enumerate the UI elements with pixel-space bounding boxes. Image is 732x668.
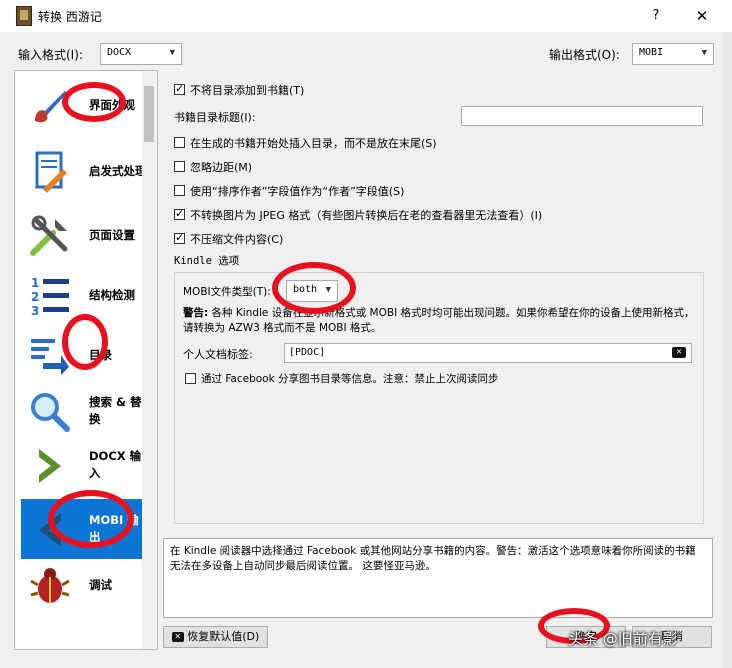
author-sort-label: 使用“排序作者”字段值作为“作者”字段值(S) <box>190 185 405 198</box>
personal-doc-label: 个人文档标签: <box>183 348 253 361</box>
title-bar: 转换 西游记 ? ✕ <box>0 0 732 32</box>
restore-defaults-button[interactable]: ✕ 恢复默认值(D) <box>163 626 268 648</box>
sidebar-item-page-setup[interactable]: 页面设置 <box>21 205 151 265</box>
sidebar-item-label: 结构检测 <box>89 287 135 302</box>
help-button[interactable]: ? <box>646 6 666 26</box>
output-format-select[interactable]: MOBI ▼ <box>632 43 714 65</box>
tools-icon <box>30 215 68 256</box>
sidebar-scroll-thumb[interactable] <box>144 86 154 142</box>
toc-at-start-checkbox[interactable] <box>174 137 185 148</box>
ignore-margins-checkbox[interactable] <box>174 161 185 172</box>
restore-icon: ✕ <box>171 632 184 642</box>
sidebar-item-label: 界面外观 <box>89 97 135 112</box>
sidebar-item-label: 调试 <box>89 577 112 592</box>
no-jpeg-label: 不转换图片为 JPEG 格式（有些图片转换后在老的查看器里无法查看）(I) <box>190 209 543 222</box>
toc-title-input[interactable] <box>461 106 703 126</box>
settings-sidebar: 界面外观 启发式处理 页面设置 123 结构检测 目录 搜索 & 替换 DOCX… <box>14 70 158 650</box>
sidebar-item-search-replace[interactable]: 搜索 & 替换 <box>21 381 151 441</box>
output-format-label: 输出格式(O): <box>549 48 620 62</box>
sidebar-item-heuristics[interactable]: 启发式处理 <box>21 141 151 201</box>
option-description: 在 Kindle 阅读器中选择通过 Facebook 或其他网站分享书籍的内容。… <box>163 538 713 618</box>
brush-icon <box>35 91 67 123</box>
chevron-down-icon: ▼ <box>169 48 175 58</box>
sidebar-item-label: 页面设置 <box>89 227 135 242</box>
facebook-share-label: 通过 Facebook 分享图书目录等信息。注意：禁止上次阅读同步 <box>201 373 499 385</box>
mobi-file-type-select[interactable]: both ▼ <box>286 280 338 302</box>
close-button[interactable]: ✕ <box>690 6 714 26</box>
no-toc-checkbox[interactable] <box>174 82 185 96</box>
sidebar-item-mobi-output[interactable]: MOBI 输出 <box>21 499 151 559</box>
warning-bold-label: 警告: <box>183 307 209 319</box>
restore-defaults-label: 恢复默认值(D) <box>187 630 260 643</box>
no-toc-label: 不将目录添加到书籍(T) <box>190 84 305 97</box>
sidebar-item-label: MOBI 输出 <box>89 513 139 544</box>
no-compress-checkbox[interactable] <box>174 231 185 245</box>
mobi-file-type-value: both <box>293 284 318 295</box>
kindle-group-title: Kindle 选项 <box>174 255 240 267</box>
svg-text:2: 2 <box>31 290 39 304</box>
bug-icon <box>30 568 70 603</box>
toc-at-start-label: 在生成的书籍开始处插入目录，而不是放在末尾(S) <box>190 137 437 150</box>
chevron-down-icon: ▼ <box>701 48 707 58</box>
svg-text:3: 3 <box>31 304 39 317</box>
ignore-margins-label: 忽略边距(M) <box>190 161 253 174</box>
sidebar-scrollbar[interactable] <box>142 71 156 649</box>
input-format-label: 输入格式(I): <box>18 48 83 62</box>
no-jpeg-checkbox[interactable] <box>174 207 185 221</box>
personal-doc-input[interactable]: [PDOC] ✕ <box>284 343 692 363</box>
sidebar-item-docx-input[interactable]: DOCX 输入 <box>21 435 151 495</box>
personal-doc-value: [PDOC] <box>289 347 326 358</box>
magnifier-icon <box>31 393 70 432</box>
sidebar-item-toc[interactable]: 目录 <box>21 325 151 385</box>
sidebar-item-structure[interactable]: 123 结构检测 <box>21 265 151 325</box>
calibre-app-icon <box>16 6 32 26</box>
sidebar-item-look-feel[interactable]: 界面外观 <box>21 75 151 135</box>
sidebar-item-label: 启发式处理 <box>89 163 147 178</box>
no-compress-label: 不压缩文件内容(C) <box>190 233 284 246</box>
chevron-down-icon: ▼ <box>325 285 331 295</box>
sidebar-item-label: 目录 <box>89 347 112 362</box>
toc-icon <box>31 339 69 375</box>
sidebar-item-label: 搜索 & 替换 <box>89 395 142 426</box>
sidebar-item-debug[interactable]: 调试 <box>21 555 151 615</box>
chevron-left-icon <box>39 513 61 547</box>
toc-title-label: 书籍目录标题(I): <box>174 111 256 124</box>
background-window-strip <box>722 0 732 668</box>
output-format-value: MOBI <box>639 47 664 58</box>
clear-icon[interactable]: ✕ <box>672 347 686 358</box>
document-wand-icon <box>35 151 67 193</box>
warning-text: 各种 Kindle 设备在显示新格式或 MOBI 格式时均可能出现问题。如果你希… <box>183 307 695 334</box>
window-title: 转换 西游记 <box>38 10 102 24</box>
svg-text:1: 1 <box>31 276 39 290</box>
kindle-warning: 警告: 各种 Kindle 设备在显示新格式或 MOBI 格式时均可能出现问题。… <box>183 306 697 336</box>
author-sort-checkbox[interactable] <box>174 185 185 196</box>
input-format-select[interactable]: DOCX ▼ <box>100 43 182 65</box>
input-format-value: DOCX <box>107 47 132 58</box>
facebook-share-checkbox[interactable] <box>185 373 196 384</box>
sidebar-item-label: DOCX 输入 <box>89 449 142 480</box>
chevron-right-icon <box>39 449 61 483</box>
watermark-text: 头条 @旧前有影 <box>568 630 678 648</box>
mobi-file-type-label: MOBI文件类型(T): <box>183 286 271 298</box>
list-numbered-icon: 123 <box>31 276 69 317</box>
